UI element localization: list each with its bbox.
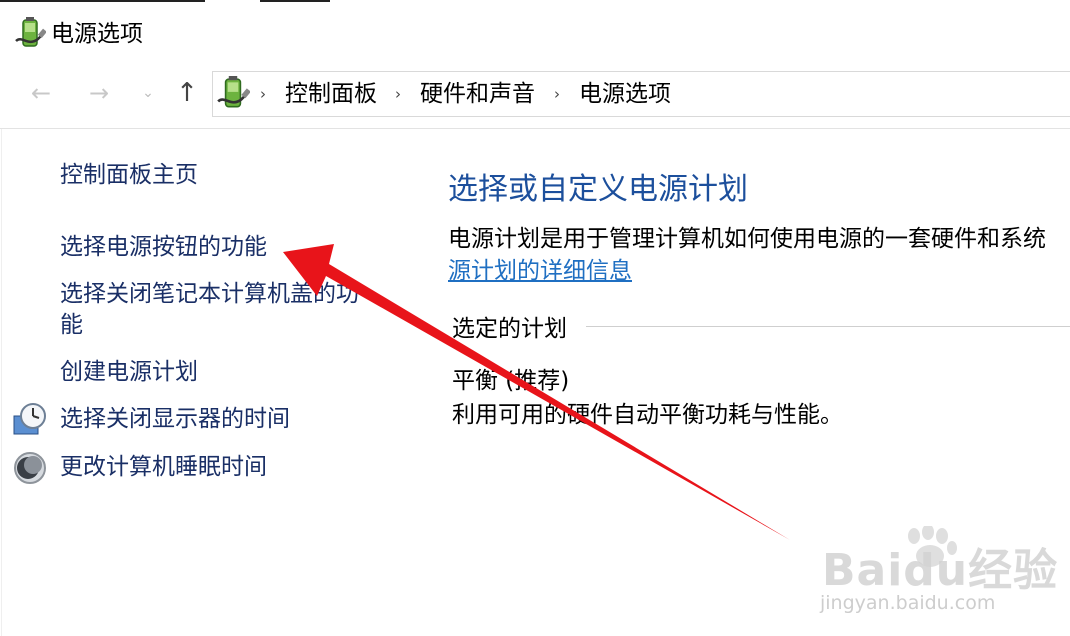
- watermark-url: jingyan.baidu.com: [820, 592, 996, 614]
- chevron-right-icon[interactable]: ›: [260, 83, 266, 105]
- breadcrumb-hardware-sound[interactable]: 硬件和声音: [420, 80, 535, 108]
- window-left-border: [1, 129, 2, 636]
- power-options-icon: [15, 17, 46, 47]
- watermark-text: Baidu经验: [822, 545, 1059, 596]
- sidebar-link-sleep-time[interactable]: 更改计算机睡眠时间: [60, 449, 267, 485]
- divider: [0, 128, 1070, 129]
- back-button[interactable]: ←: [26, 78, 56, 108]
- title-bar: 电源选项: [0, 4, 1070, 60]
- divider: [586, 326, 1070, 327]
- breadcrumb-control-panel[interactable]: 控制面板: [285, 80, 377, 108]
- address-bar[interactable]: › 控制面板 › 硬件和声音 › 电源选项: [212, 71, 1070, 117]
- plan-description: 利用可用的硬件自动平衡功耗与性能。: [452, 402, 843, 428]
- chevron-right-icon[interactable]: ›: [395, 83, 401, 105]
- selected-plan-heading: 选定的计划: [452, 316, 567, 342]
- page-description: 电源计划是用于管理计算机如何使用电源的一套硬件和系统: [448, 226, 1046, 252]
- forward-button[interactable]: →: [84, 78, 114, 108]
- chevron-right-icon[interactable]: ›: [554, 83, 560, 105]
- sidebar-link-create-plan[interactable]: 创建电源计划: [60, 354, 198, 390]
- up-button[interactable]: ↑: [172, 78, 202, 108]
- moon-icon: [14, 452, 46, 484]
- sidebar-link-power-button-function[interactable]: 选择电源按钮的功能: [60, 229, 267, 265]
- breadcrumb-power-options[interactable]: 电源选项: [579, 80, 671, 108]
- power-options-icon: [217, 76, 250, 108]
- plan-radio-balanced[interactable]: 平衡 (推荐): [452, 365, 569, 397]
- sidebar-link-lid-close-function[interactable]: 选择关闭笔记本计算机盖的功: [60, 276, 359, 312]
- page-title: 选择或自定义电源计划: [448, 172, 748, 207]
- sidebar-link-lid-close-function-line2[interactable]: 能: [60, 307, 83, 343]
- window-title: 电源选项: [51, 21, 143, 47]
- navigation-bar: ← → ⌄ ↑ › 控制面板 › 硬件和声音 › 电源选项: [0, 60, 1070, 128]
- recent-locations-button[interactable]: ⌄: [133, 78, 163, 108]
- plan-details-link[interactable]: 源计划的详细信息: [448, 255, 632, 287]
- sidebar-link-control-panel-home[interactable]: 控制面板主页: [60, 157, 198, 193]
- clock-monitor-icon: [13, 403, 46, 435]
- sidebar-link-display-off-time[interactable]: 选择关闭显示器的时间: [60, 401, 290, 437]
